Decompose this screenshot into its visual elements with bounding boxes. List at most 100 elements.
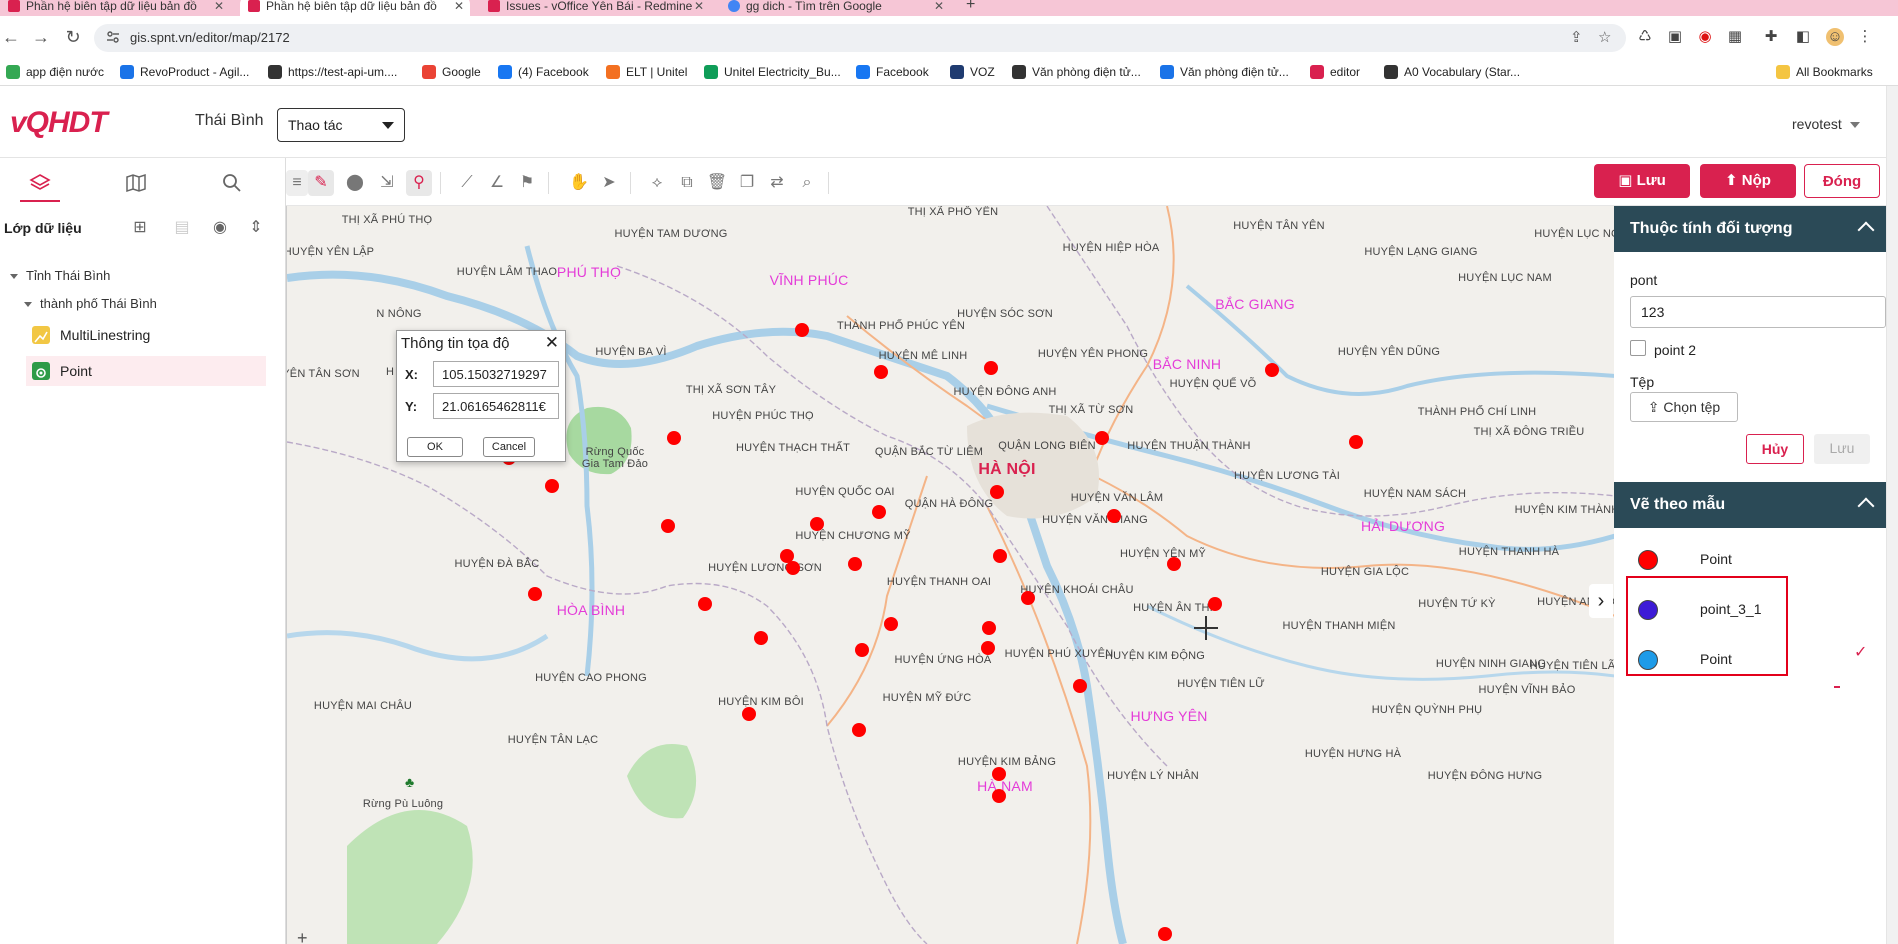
map-point-marker[interactable] [992,789,1006,803]
location-user-icon[interactable]: ⚑ [514,170,540,196]
close-tab-icon[interactable]: ✕ [214,0,224,16]
map-point-marker[interactable] [661,519,675,533]
map-point-marker[interactable] [754,631,768,645]
close-tab-icon[interactable]: ✕ [934,0,944,16]
map-point-marker[interactable] [698,597,712,611]
map-point-marker[interactable] [992,767,1006,781]
close-button[interactable]: Đóng [1804,164,1880,198]
extension-qr-icon[interactable]: ▦ [1726,28,1744,46]
copy-feature-icon[interactable]: ⧉ [674,170,700,196]
tree-node-province[interactable]: Tỉnh Thái Bình [10,268,110,283]
template-header[interactable]: Vẽ theo mẫu [1614,482,1886,528]
bookmark-item[interactable]: ELT | Unitel [606,62,687,82]
bookmark-item[interactable]: A0 Vocabulary (Star... [1384,62,1520,82]
add-layer-icon[interactable]: ⊞ [130,218,150,238]
reload-icon[interactable]: ↻ [62,26,84,48]
edit-pencil-icon[interactable]: ✎ [308,170,334,196]
import-icon[interactable]: ⇲ [374,170,400,196]
map-canvas[interactable]: THỊ XÃ PHÚ THỌ HUYỆN TAM DƯƠNG THỊ XÃ PHỐ … [286,206,1614,944]
bookmark-item[interactable]: RevoProduct - Agil... [120,62,249,82]
x-coordinate-input[interactable] [433,361,559,387]
bookmark-item[interactable]: Google [422,62,481,82]
caret-down-icon[interactable] [24,302,32,308]
chevron-up-icon[interactable] [1857,221,1875,239]
map-point-marker[interactable] [852,723,866,737]
choose-file-button[interactable]: ⇪ Chọn tệp [1630,392,1738,422]
map-point-marker[interactable] [1265,363,1279,377]
pan-hand-icon[interactable]: ✋ [566,170,592,196]
caret-down-icon[interactable] [10,274,18,280]
all-bookmarks[interactable]: All Bookmarks [1776,62,1873,82]
toolbar-toggle-icon[interactable]: ≡ [286,170,308,196]
side-panel-icon[interactable]: ◧ [1794,28,1812,46]
map-point-marker[interactable] [981,641,995,655]
map-point-marker[interactable] [1107,509,1121,523]
sort-icon[interactable]: ⇕ [246,218,266,238]
cancel-button[interactable]: Cancel [483,437,535,457]
map-point-marker[interactable] [872,505,886,519]
map-point-marker[interactable] [884,617,898,631]
bookmark-star-icon[interactable]: ☆ [1598,30,1611,46]
layer-item-point[interactable]: Point [26,356,266,386]
map-point-marker[interactable] [984,361,998,375]
pointer-icon[interactable]: ➤ [596,170,622,196]
map-point-marker[interactable] [742,707,756,721]
app-logo[interactable]: vQHDT [10,106,108,140]
map-point-marker[interactable] [667,431,681,445]
browser-tab[interactable]: Issues - vOffice Yên Bái - Redmine ✕ [480,0,710,16]
browser-menu-icon[interactable]: ⋮ [1856,28,1874,46]
close-icon[interactable]: ✕ [545,333,559,353]
page-scrollbar[interactable] [1886,86,1898,944]
bookmark-item[interactable]: Văn phòng điện tử... [1160,62,1289,82]
bookmark-item[interactable]: (4) Facebook [498,62,589,82]
ok-button[interactable]: OK [407,437,463,457]
map-point-marker[interactable] [1073,679,1087,693]
measure-angle-icon[interactable]: ∠ [484,170,510,196]
browser-tab-active[interactable]: Phần hệ biên tập dữ liệu bản đồ ✕ [240,0,470,16]
submit-button[interactable]: ⬆ Nộp [1700,164,1796,198]
map-point-marker[interactable] [528,587,542,601]
chevron-up-icon[interactable] [1857,497,1875,515]
back-icon[interactable]: ← [0,26,22,48]
bookmark-item[interactable]: Văn phòng điện tử... [1012,62,1141,82]
map-point-marker[interactable] [795,323,809,337]
attributes-header[interactable]: Thuộc tính đối tượng [1614,206,1886,252]
profile-avatar[interactable]: ☺ [1826,28,1844,46]
vertex-icon[interactable]: ⟡ [644,170,670,196]
bookmark-item[interactable]: VOZ [950,62,995,82]
pont-field[interactable]: 123 [1630,296,1886,328]
site-info-icon[interactable] [106,30,120,44]
map-point-marker[interactable] [1021,591,1035,605]
map-point-marker[interactable] [982,621,996,635]
map-point-marker[interactable] [848,557,862,571]
map-point-marker[interactable] [990,485,1004,499]
visibility-eye-icon[interactable]: ◉ [210,218,230,238]
user-menu[interactable]: revotest [1792,116,1860,132]
map-point-marker[interactable] [993,549,1007,563]
swap-icon[interactable]: ⇄ [764,170,790,196]
y-coordinate-input[interactable] [433,393,559,419]
layer-item-multilinestring[interactable]: MultiLinestring [26,320,266,350]
browser-tab[interactable]: gg dich - Tìm trên Google ✕ [720,0,950,16]
bookmark-item[interactable]: Facebook [856,62,929,82]
bookmark-item[interactable]: app điện nước [6,62,104,82]
ruler-icon[interactable]: ⟋ [454,170,480,196]
delete-icon[interactable]: 🗑 [704,170,730,196]
map-point-marker[interactable] [810,517,824,531]
bookmark-item[interactable]: Unitel Electricity_Bu... [704,62,841,82]
map-pin-icon[interactable]: ⬤ [342,170,368,196]
save-button[interactable]: ▣ Lưu [1594,164,1690,198]
extension-window-icon[interactable]: ▣ [1666,28,1684,46]
bookmark-item[interactable]: editor [1310,62,1360,82]
address-bar[interactable]: gis.spnt.vn/editor/map/2172 ⇪ ☆ [94,24,1626,52]
map-point-marker[interactable] [1349,435,1363,449]
share-icon[interactable]: ⇪ [1570,30,1583,46]
tab-basemap[interactable] [116,166,156,202]
zoom-in-icon[interactable]: + [297,928,308,944]
extension-recycle-icon[interactable]: ♺ [1636,28,1654,46]
map-point-marker[interactable] [1158,927,1172,941]
browser-tab[interactable]: Phần hệ biên tập dữ liệu bản đồ ✕ [0,0,230,16]
tab-search[interactable] [212,166,252,202]
extension-record-icon[interactable]: ◉ [1696,28,1714,46]
cancel-edit-button[interactable]: Hủy [1746,434,1804,464]
